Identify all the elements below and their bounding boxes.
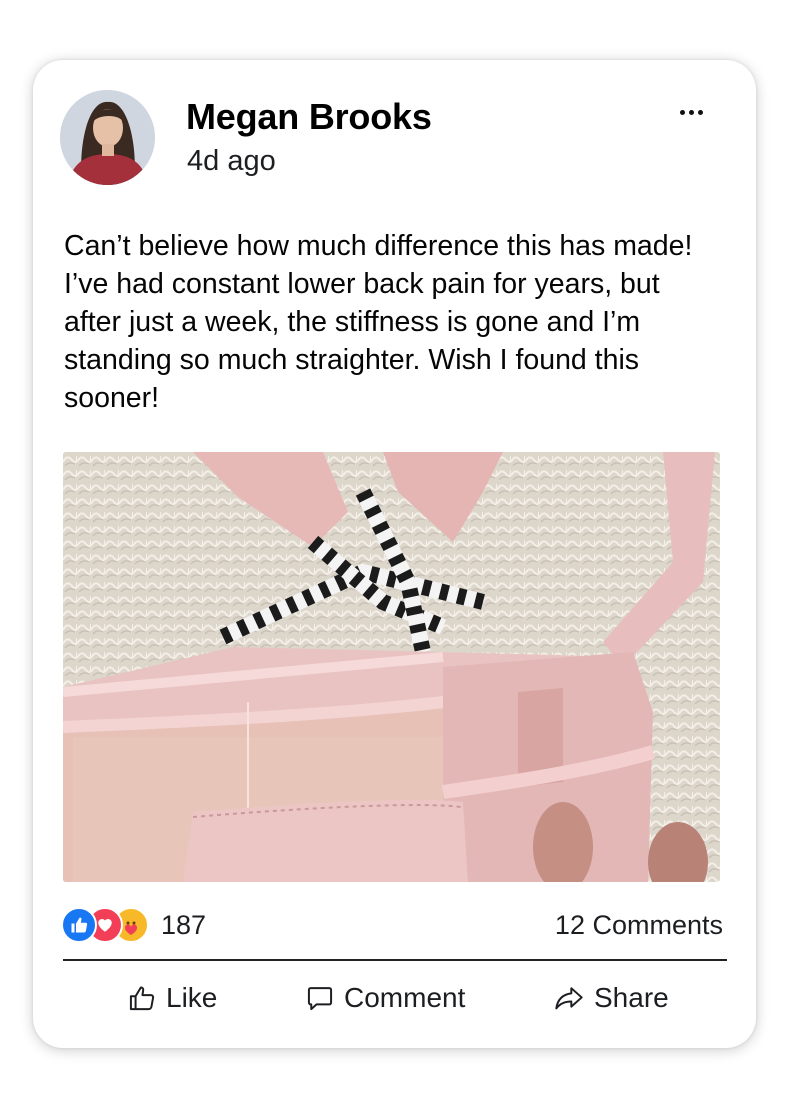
share-icon xyxy=(555,987,583,1010)
author-name[interactable]: Megan Brooks xyxy=(186,96,432,138)
comment-label: Comment xyxy=(344,982,466,1013)
like-button[interactable]: Like xyxy=(128,978,217,1018)
comment-icon xyxy=(307,987,333,1011)
avatar-photo xyxy=(60,90,155,185)
post-timestamp[interactable]: 4d ago xyxy=(187,145,276,178)
share-label: Share xyxy=(594,982,669,1013)
more-options-icon[interactable] xyxy=(671,102,711,122)
thumbs-up-icon xyxy=(129,986,155,1011)
reaction-count: 187 xyxy=(161,909,207,940)
post-card: Megan Brooks 4d ago Can’t believe how mu… xyxy=(33,60,756,1048)
post-image[interactable] xyxy=(63,452,720,882)
reactions-summary[interactable]: 187 xyxy=(61,907,206,943)
dot xyxy=(688,109,694,115)
divider xyxy=(63,959,727,961)
like-icon xyxy=(61,907,97,943)
post-text: Can’t believe how much difference this h… xyxy=(64,230,693,414)
back-brace-photo xyxy=(63,452,720,882)
comments-count[interactable]: 12 Comments xyxy=(555,910,723,941)
avatar[interactable] xyxy=(60,90,155,185)
dot xyxy=(697,109,703,115)
share-button[interactable]: Share xyxy=(554,978,669,1018)
dot xyxy=(679,109,685,115)
comment-button[interactable]: Comment xyxy=(306,978,465,1018)
like-label: Like xyxy=(166,982,218,1013)
